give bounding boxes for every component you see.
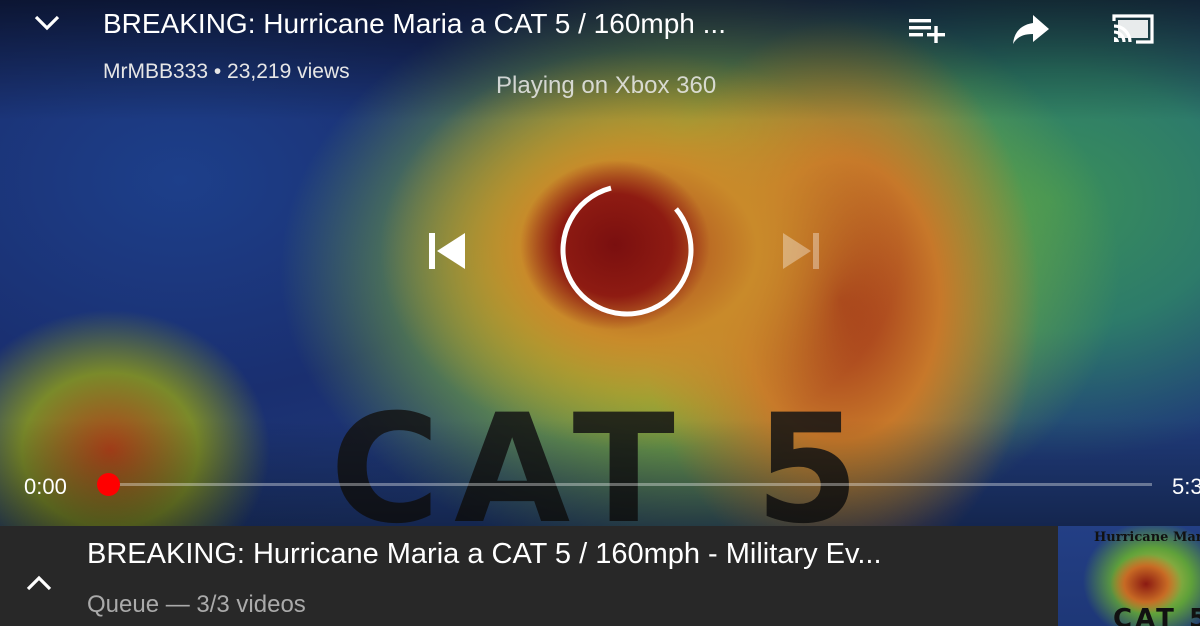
share-icon[interactable] xyxy=(1008,10,1054,48)
previous-icon[interactable] xyxy=(420,226,472,276)
cast-icon[interactable] xyxy=(1108,10,1158,48)
video-player[interactable]: CAT 5 BREAKING: Hurricane Maria a CAT 5 … xyxy=(0,0,1200,526)
video-title: BREAKING: Hurricane Maria a CAT 5 / 160m… xyxy=(103,8,726,39)
queue-video-title[interactable]: BREAKING: Hurricane Maria a CAT 5 / 160m… xyxy=(87,538,1042,571)
thumbnail-caption-bottom: CAT 5 xyxy=(1113,604,1200,626)
channel-and-views: MrMBB333 • 23,219 views xyxy=(103,60,350,83)
chevron-down-icon[interactable] xyxy=(30,8,64,38)
scrubber-handle[interactable] xyxy=(96,473,120,496)
time-total: 5:3 xyxy=(1172,474,1200,499)
queue-thumbnail[interactable]: Hurricane Mar CAT 5 xyxy=(1058,526,1200,626)
queue-count: Queue — 3/3 videos xyxy=(87,591,306,618)
loading-spinner-icon xyxy=(549,172,705,328)
time-current: 0:00 xyxy=(24,474,67,499)
next-icon[interactable] xyxy=(776,226,828,276)
cast-status-text: Playing on Xbox 360 xyxy=(496,72,717,99)
progress-track[interactable] xyxy=(108,483,1152,486)
chevron-up-icon[interactable] xyxy=(22,570,56,596)
thumbnail-caption-top: Hurricane Mar xyxy=(1094,530,1200,545)
add-to-queue-icon[interactable] xyxy=(904,12,950,46)
bottom-gradient xyxy=(0,420,1200,526)
